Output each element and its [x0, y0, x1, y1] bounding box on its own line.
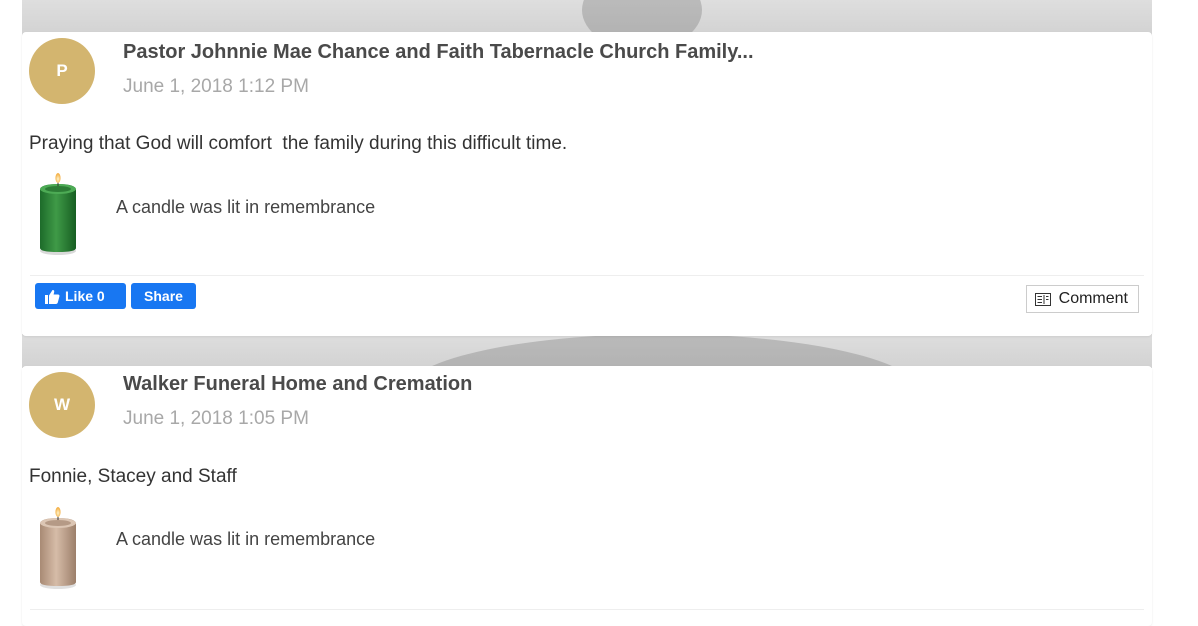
background-strip-top [22, 0, 1152, 36]
tribute-post-card: P Pastor Johnnie Mae Chance and Faith Ta… [22, 32, 1152, 336]
candle-text: A candle was lit in remembrance [116, 197, 376, 217]
post-message: Fonnie, Stacey and Staff [29, 466, 237, 487]
avatar: P [29, 38, 95, 104]
post-date: June 1, 2018 1:05 PM [123, 408, 309, 429]
tribute-post-card: W Walker Funeral Home and Cremation June… [22, 366, 1152, 626]
candle-text: A candle was lit in remembrance [116, 529, 376, 549]
share-label: Share [144, 288, 183, 304]
comment-label: Comment [1058, 290, 1128, 307]
thumbs-up-icon [45, 289, 60, 304]
post-date: June 1, 2018 1:12 PM [123, 76, 309, 97]
divider [30, 275, 1144, 276]
comment-icon [1034, 292, 1051, 306]
comment-button[interactable]: Comment [1025, 285, 1139, 313]
facebook-share-button[interactable]: Share [131, 283, 196, 309]
avatar-initial: P [56, 61, 68, 80]
post-author: Walker Funeral Home and Cremation [123, 373, 473, 395]
candle-icon [40, 173, 76, 255]
avatar-initial: W [53, 395, 71, 414]
candle-icon [40, 507, 76, 589]
background-strip-middle [22, 334, 1152, 368]
facebook-like-button[interactable]: Like 0 [35, 283, 126, 309]
avatar: W [29, 372, 95, 438]
like-label: Like 0 [65, 288, 105, 304]
post-message: Praying that God will comfort the family… [29, 133, 568, 154]
post-author: Pastor Johnnie Mae Chance and Faith Tabe… [123, 41, 754, 63]
